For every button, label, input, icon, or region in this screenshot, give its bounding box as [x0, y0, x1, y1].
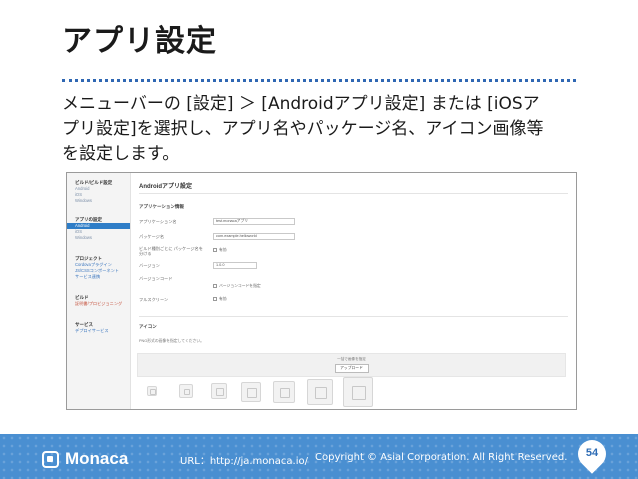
version-code-checkbox[interactable]: バージョンコードを指定	[213, 284, 261, 289]
upload-button[interactable]: アップロード	[334, 364, 369, 373]
checkbox-label: 有効	[219, 297, 227, 301]
label-version: バージョン	[139, 263, 160, 268]
sidebar-group-head: アプリの設定	[75, 217, 102, 222]
icon-thumbnail[interactable]	[211, 383, 227, 399]
slide-body: メニューバーの [設定] ＞ [Androidアプリ設定] または [iOSア …	[62, 92, 582, 167]
label-app-name: アプリケーション名	[139, 219, 177, 224]
package-input[interactable]: com.example.helloworld	[213, 233, 295, 240]
label-package: パッケージ名	[139, 234, 165, 239]
label-version-code: バージョンコード	[139, 276, 173, 281]
title-divider	[62, 79, 576, 82]
version-input[interactable]: 1.0.0	[213, 262, 257, 269]
divider	[139, 316, 568, 317]
embedded-screenshot: ビルド/ビルド設定 Android iOS Windows アプリの設定 And…	[66, 172, 577, 410]
monaca-logo-icon	[42, 450, 59, 468]
icon-thumbnail[interactable]	[147, 386, 157, 396]
settings-title: Androidアプリ設定	[139, 184, 192, 190]
body-line: を設定します。	[62, 144, 180, 164]
body-line: メニューバーの [設定] ＞ [Androidアプリ設定] または [iOSア	[62, 94, 540, 114]
page-number-badge: 54	[572, 434, 612, 474]
sidebar-item[interactable]: 証明書/プロビジョニング	[67, 301, 130, 307]
sidebar-group-head: ビルド	[75, 295, 89, 300]
build-package-checkbox[interactable]: 有効	[213, 248, 227, 253]
screenshot-main: Androidアプリ設定 アプリケーション情報 アプリケーション名 test.m…	[131, 173, 576, 409]
icon-thumbnail[interactable]	[307, 379, 333, 405]
icon-drop-zone[interactable]: 一括で画像を指定 アップロード	[137, 353, 566, 377]
footer-url[interactable]: URL：http://ja.monaca.io/	[180, 452, 308, 467]
icon-hint: PNG形式の画像を指定してください。	[139, 339, 204, 343]
icon-thumbnail[interactable]	[241, 382, 261, 402]
section-icon: アイコン	[139, 324, 157, 329]
sidebar-item[interactable]: Windows	[67, 198, 130, 204]
icon-thumbnail[interactable]	[273, 381, 295, 403]
slide-title: アプリ設定	[62, 24, 217, 59]
sidebar-item[interactable]: サービス連携	[67, 274, 130, 280]
footer-copyright: Copyright © Asial Corporation. All Right…	[315, 452, 568, 463]
fullscreen-checkbox[interactable]: 有効	[213, 297, 227, 302]
divider	[139, 193, 568, 194]
logo-text: Monaca	[65, 449, 129, 468]
app-name-input[interactable]: test.monacaアプリ	[213, 218, 295, 225]
checkbox-label: 有効	[219, 248, 227, 252]
sidebar-item[interactable]: デプロイサービス	[67, 328, 130, 334]
section-app-info: アプリケーション情報	[139, 204, 184, 209]
sidebar-item[interactable]: Windows	[67, 235, 130, 241]
drop-label: 一括で画像を指定	[337, 357, 366, 361]
icon-thumbnail[interactable]	[343, 377, 373, 407]
body-line: プリ設定]を選択し、アプリ名やパッケージ名、アイコン画像等	[62, 119, 544, 139]
sidebar-group-head: プロジェクト	[75, 256, 102, 261]
sidebar-group-head: ビルド/ビルド設定	[75, 180, 113, 185]
label-build-package: ビルド種別ごとに パッケージ名を分ける	[139, 246, 203, 256]
screenshot-sidebar: ビルド/ビルド設定 Android iOS Windows アプリの設定 And…	[67, 173, 131, 409]
checkbox-label: バージョンコードを指定	[219, 284, 261, 288]
icon-thumbnail[interactable]	[179, 384, 193, 398]
sidebar-group-head: サービス	[75, 322, 93, 327]
page-number: 54	[585, 447, 599, 459]
label-fullscreen: フルスクリーン	[139, 297, 169, 302]
monaca-logo: Monaca	[42, 449, 128, 469]
